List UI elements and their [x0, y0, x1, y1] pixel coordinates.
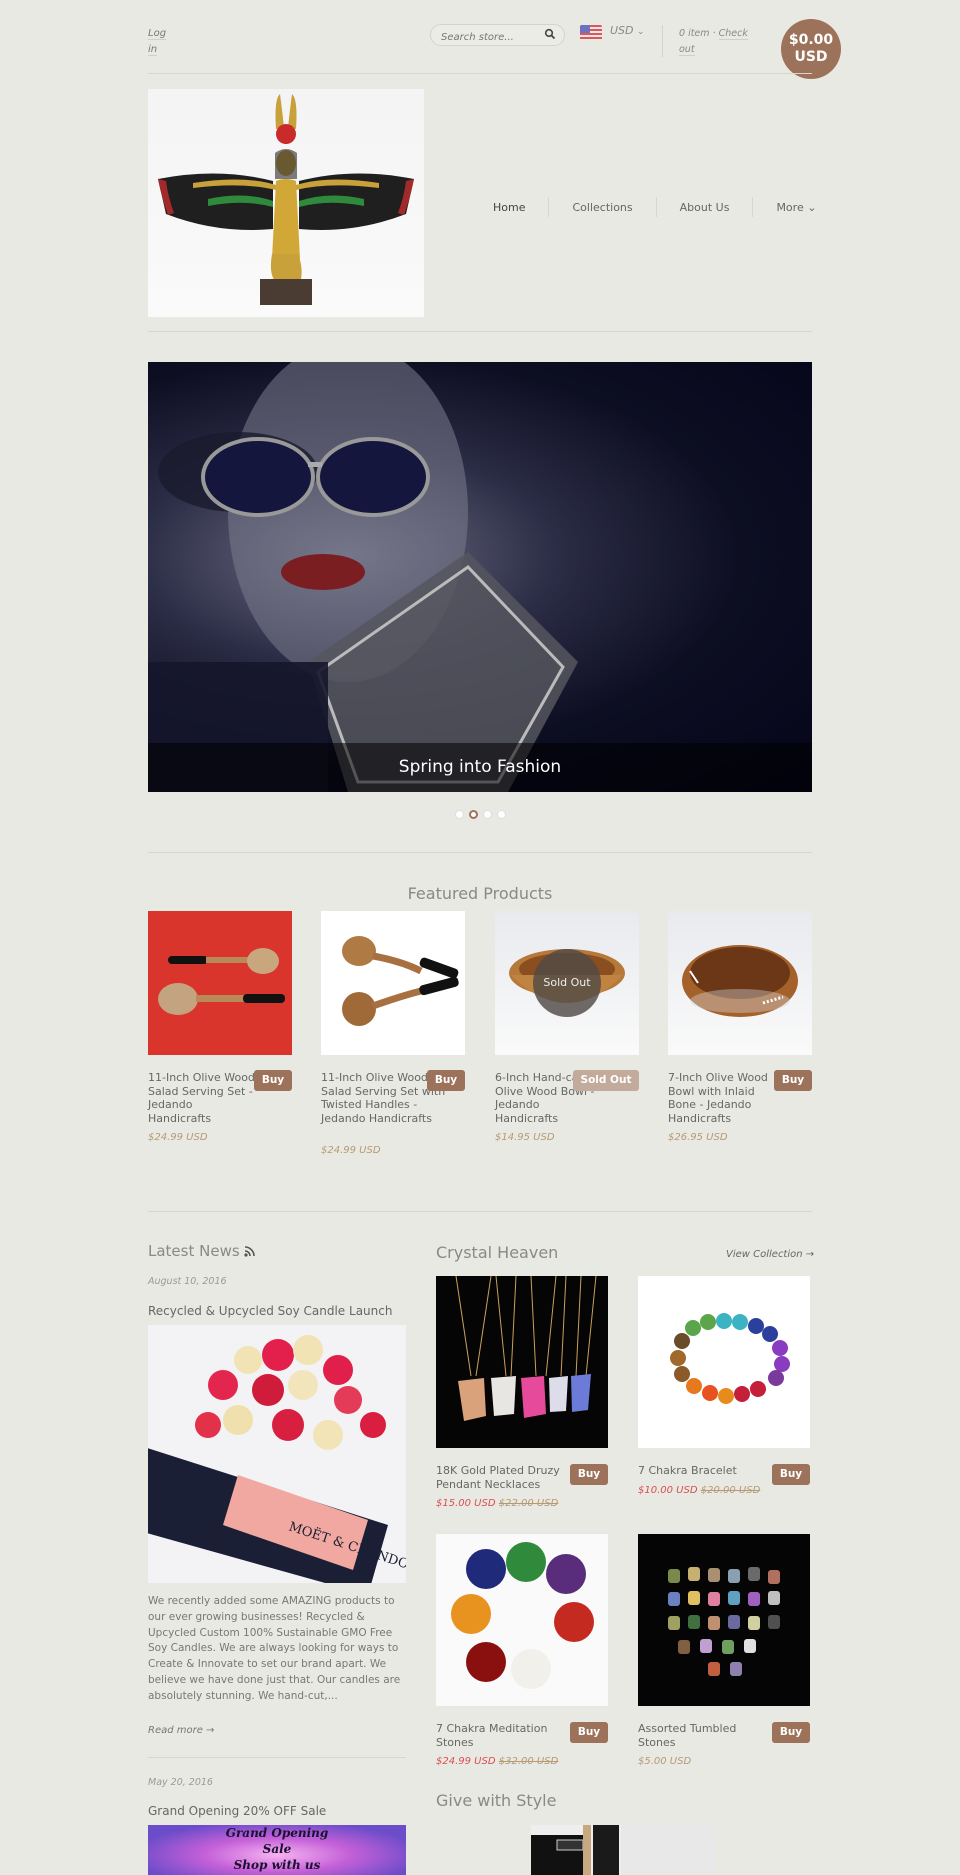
- read-more-link[interactable]: Read more →: [148, 1725, 214, 1736]
- product-image[interactable]: Sold Out: [495, 911, 639, 1055]
- featured-title: Featured Products: [407, 884, 553, 903]
- nav-more[interactable]: More ⌄: [753, 201, 839, 214]
- buy-button[interactable]: Buy: [254, 1070, 292, 1091]
- us-flag-icon: [580, 25, 602, 40]
- rss-icon[interactable]: [244, 1246, 256, 1257]
- original-price: $20.00 USD: [700, 1485, 761, 1496]
- article-title[interactable]: Recycled & Upcycled Soy Candle Launch: [148, 1304, 392, 1318]
- product-image[interactable]: [668, 911, 812, 1055]
- original-price: $32.00 USD: [498, 1756, 559, 1767]
- buy-button[interactable]: Buy: [427, 1070, 465, 1091]
- cart-total-currency: USD: [794, 49, 828, 65]
- article-image[interactable]: Grand Opening Sale Shop with us: [148, 1825, 406, 1875]
- article-divider: [148, 1757, 406, 1758]
- product-title[interactable]: 7 Chakra Meditation Stones: [436, 1722, 566, 1749]
- sold-out-overlay: Sold Out: [533, 949, 601, 1017]
- login-link[interactable]: Log in: [148, 26, 168, 58]
- checkout-link[interactable]: Check: [718, 28, 748, 40]
- give-with-style-image[interactable]: [531, 1825, 716, 1875]
- buy-button[interactable]: Buy: [570, 1722, 608, 1743]
- login-text-2: in: [148, 44, 158, 56]
- checkout-link-2[interactable]: out: [679, 44, 695, 56]
- currency-selector[interactable]: USD ⌄: [610, 24, 645, 37]
- product-price: $24.99 USD $32.00 USD: [436, 1756, 558, 1767]
- article-date: May 20, 2016: [148, 1777, 213, 1788]
- product-image[interactable]: [321, 911, 465, 1055]
- buy-button[interactable]: Buy: [774, 1070, 812, 1091]
- buy-button[interactable]: Buy: [772, 1464, 810, 1485]
- view-collection-link[interactable]: View Collection →: [726, 1249, 814, 1260]
- hero-slide[interactable]: Spring into Fashion: [148, 362, 812, 792]
- product-price: $14.95 USD: [495, 1132, 555, 1143]
- slide-dot-1[interactable]: [455, 810, 464, 819]
- article-image[interactable]: MOËT & CHANDON: [148, 1325, 406, 1583]
- product-image[interactable]: [638, 1276, 810, 1448]
- nav-about-us[interactable]: About Us: [657, 201, 753, 214]
- section-rule: [148, 852, 812, 853]
- latest-news-title: Latest News: [148, 1242, 256, 1260]
- product-title[interactable]: 7-Inch Olive Wood Bowl with Inlaid Bone …: [668, 1071, 772, 1125]
- slide-dot-2[interactable]: [469, 810, 478, 819]
- main-nav: Home Collections About Us More ⌄: [470, 196, 839, 218]
- product-price: $15.00 USD $22.00 USD: [436, 1498, 558, 1509]
- cart-info: 0 item · Check out: [679, 26, 759, 58]
- cart-separator: ·: [712, 28, 716, 39]
- slide-dot-4[interactable]: [497, 810, 506, 819]
- sale-price: $10.00 USD: [638, 1485, 698, 1496]
- buy-button[interactable]: Buy: [772, 1722, 810, 1743]
- article-excerpt: We recently added some AMAZING products …: [148, 1595, 401, 1702]
- latest-news-label: Latest News: [148, 1242, 240, 1260]
- login-text-1: Log: [148, 28, 167, 40]
- hero-image: [148, 362, 578, 792]
- sale-price: $24.99 USD: [436, 1756, 496, 1767]
- header-divider: [662, 25, 663, 57]
- product-title[interactable]: 11-Inch Olive Wood Salad Serving Set - J…: [148, 1071, 256, 1125]
- product-title[interactable]: 18K Gold Plated Druzy Pendant Necklaces: [436, 1464, 566, 1491]
- buy-button[interactable]: Buy: [570, 1464, 608, 1485]
- search-icon[interactable]: [544, 28, 556, 40]
- header-rule: [148, 73, 812, 74]
- slide-dot-3[interactable]: [483, 810, 492, 819]
- sale-price: $15.00 USD: [436, 1498, 496, 1509]
- search-input[interactable]: [431, 27, 536, 48]
- product-price: $5.00 USD: [638, 1756, 692, 1767]
- slider-dots: [455, 810, 506, 819]
- product-price: $24.99 USD: [321, 1145, 381, 1156]
- currency-label: USD: [610, 24, 634, 37]
- product-image[interactable]: [436, 1534, 608, 1706]
- product-title[interactable]: Assorted Tumbled Stones: [638, 1722, 768, 1749]
- crystal-heaven-title: Crystal Heaven: [436, 1243, 559, 1262]
- product-price: $26.95 USD: [668, 1132, 728, 1143]
- nav-rule: [148, 331, 812, 332]
- product-image[interactable]: [638, 1534, 810, 1706]
- product-title[interactable]: 7 Chakra Bracelet: [638, 1464, 768, 1478]
- product-price: $10.00 USD $20.00 USD: [638, 1485, 760, 1496]
- nav-home[interactable]: Home: [470, 201, 548, 214]
- sale-image-text-3: Shop with us: [233, 1858, 321, 1872]
- section-rule: [148, 1211, 812, 1212]
- article-date: August 10, 2016: [148, 1276, 227, 1287]
- cart-total-amount: $0.00: [788, 32, 834, 48]
- sold-out-button[interactable]: Sold Out: [573, 1070, 639, 1091]
- sale-image-text-1: Grand Opening: [225, 1826, 329, 1840]
- original-price: $22.00 USD: [498, 1498, 559, 1509]
- nav-collections[interactable]: Collections: [549, 201, 655, 214]
- sale-image-text-2: Sale: [262, 1842, 292, 1856]
- product-price: $24.99 USD: [148, 1132, 208, 1143]
- cart-count: 0 item: [679, 28, 710, 39]
- hero-caption: Spring into Fashion: [398, 757, 562, 777]
- store-logo[interactable]: [148, 89, 424, 317]
- chevron-down-icon: ⌄: [637, 27, 645, 37]
- search-box: [430, 24, 565, 48]
- article-title[interactable]: Grand Opening 20% OFF Sale: [148, 1804, 326, 1818]
- give-with-style-title: Give with Style: [436, 1791, 557, 1810]
- product-image[interactable]: [436, 1276, 608, 1448]
- cart-total-button[interactable]: $0.00 USD: [781, 19, 841, 79]
- product-image[interactable]: [148, 911, 292, 1055]
